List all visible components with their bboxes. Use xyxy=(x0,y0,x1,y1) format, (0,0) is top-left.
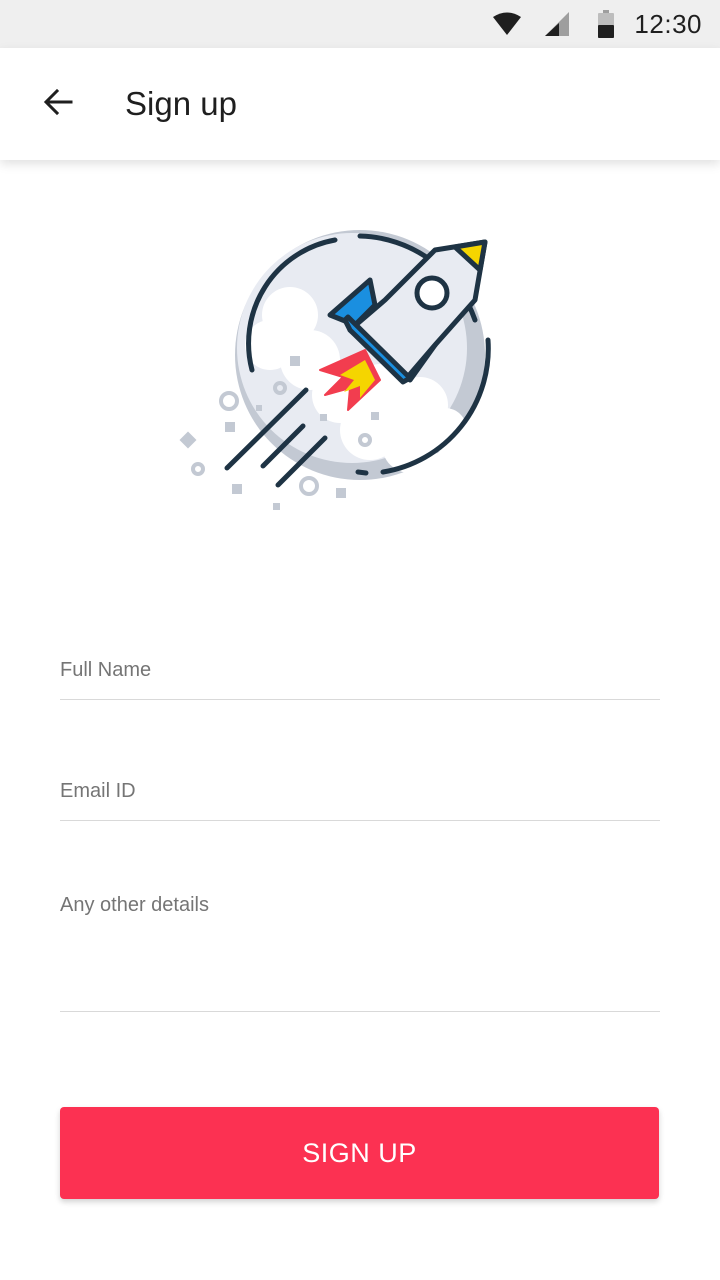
page-title: Sign up xyxy=(125,85,237,122)
sign-up-label: SIGN UP xyxy=(302,1137,417,1168)
back-button[interactable] xyxy=(0,48,120,160)
full-name-input[interactable] xyxy=(60,652,660,688)
battery-icon xyxy=(598,10,615,38)
rocket-illustration xyxy=(170,220,510,520)
status-bar: 12:30 xyxy=(0,0,720,48)
wifi-icon xyxy=(492,12,522,36)
status-time: 12:30 xyxy=(634,8,702,39)
app-bar: Sign up xyxy=(0,48,720,160)
email-field[interactable] xyxy=(60,773,660,821)
arrow-back-icon xyxy=(42,86,74,123)
email-input[interactable] xyxy=(60,773,660,809)
other-details-field[interactable] xyxy=(60,894,660,1012)
cell-signal-icon xyxy=(544,11,570,37)
full-name-field[interactable] xyxy=(60,652,660,700)
sign-up-button[interactable]: SIGN UP xyxy=(60,1107,659,1199)
other-details-input[interactable] xyxy=(60,894,660,994)
